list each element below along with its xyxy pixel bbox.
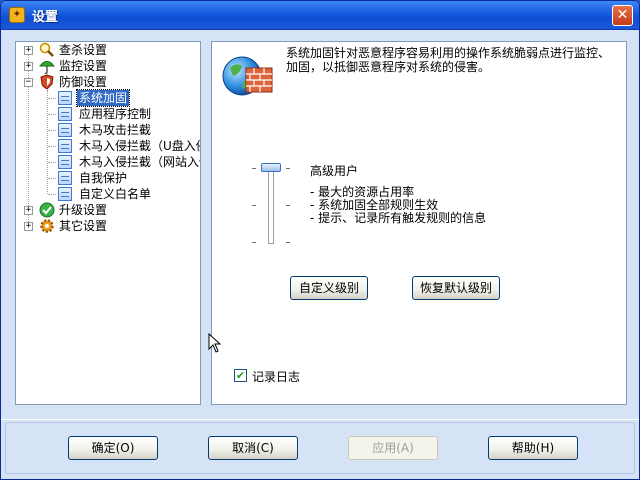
tree-item-trojan-usb-block[interactable]: 木马入侵拦截（U盘入侵 [16, 138, 200, 154]
document-icon [58, 187, 72, 201]
level-detail: - 系统加固全部规则生效 [310, 198, 439, 212]
tree-item-label: 木马入侵拦截（U盘入侵 [79, 139, 201, 153]
detail-panel: 系统加固针对恶意程序容易利用的操作系统脆弱点进行监控、加固，以抵御恶意程序对系统… [211, 41, 627, 405]
tree-item-label: 木马入侵拦截（网站入侵 [79, 155, 201, 169]
document-icon [58, 107, 72, 121]
expand-icon[interactable]: + [24, 222, 33, 231]
tree-item-custom-whitelist[interactable]: 自定义白名单 [16, 186, 200, 202]
tree-item-label: 系统加固 [75, 89, 131, 107]
tree-item-label: 木马攻击拦截 [79, 123, 152, 137]
gear-icon [40, 219, 54, 233]
close-button[interactable]: ✕ [612, 5, 633, 26]
log-checkbox-label[interactable]: 记录日志 [252, 368, 300, 385]
expand-icon[interactable]: + [24, 46, 33, 55]
document-icon [58, 155, 72, 169]
slider-tick [252, 168, 256, 169]
security-level-slider[interactable] [268, 168, 274, 244]
upgrade-icon [39, 202, 55, 218]
umbrella-icon [39, 61, 55, 74]
document-icon [58, 123, 72, 137]
ok-button[interactable]: 确定(O) [68, 436, 158, 460]
tree-connector [48, 114, 56, 115]
tree-item-upgrade-settings[interactable]: + 升级设置 [16, 202, 200, 218]
slider-tick [286, 168, 290, 169]
cancel-button[interactable]: 取消(C) [208, 436, 298, 460]
slider-tick [252, 242, 256, 243]
settings-window: ✦ 设置 ✕ + 查杀设置 + 监控设置 − 防御设置 系统加固 应用程序控制 … [0, 0, 640, 480]
title-bar[interactable]: ✦ 设置 ✕ [1, 1, 639, 30]
tree-item-label: 查杀设置 [59, 43, 108, 57]
tree-connector [48, 130, 56, 131]
level-detail: - 提示、记录所有触发规则的信息 [310, 211, 487, 225]
settings-content: + 查杀设置 + 监控设置 − 防御设置 系统加固 应用程序控制 木马攻击拦截 … [5, 31, 635, 411]
tree-item-scan-settings[interactable]: + 查杀设置 [16, 42, 200, 58]
tree-item-label: 防御设置 [59, 75, 108, 89]
collapse-icon[interactable]: − [24, 78, 33, 87]
tree-item-label: 升级设置 [59, 203, 108, 217]
slider-tick [252, 205, 256, 206]
restore-default-level-button[interactable]: 恢复默认级别 [412, 276, 500, 300]
slider-tick [286, 242, 290, 243]
dialog-footer: 确定(O) 取消(C) 应用(A) 帮助(H) [1, 419, 639, 479]
document-icon [58, 91, 72, 105]
firewall-globe-icon [222, 56, 273, 96]
document-icon [58, 171, 72, 185]
tree-item-label: 自我保护 [79, 171, 128, 185]
level-name: 高级用户 [310, 164, 359, 178]
tree-item-app-control[interactable]: 应用程序控制 [16, 106, 200, 122]
settings-tree: + 查杀设置 + 监控设置 − 防御设置 系统加固 应用程序控制 木马攻击拦截 … [15, 41, 201, 405]
document-icon [58, 139, 72, 153]
custom-level-button[interactable]: 自定义级别 [290, 276, 368, 300]
slider-thumb[interactable] [261, 163, 281, 172]
tree-connector [48, 194, 56, 195]
tree-item-label: 应用程序控制 [79, 107, 152, 121]
tree-connector [48, 146, 56, 147]
tree-item-trojan-web-block[interactable]: 木马入侵拦截（网站入侵 [16, 154, 200, 170]
tree-item-label: 监控设置 [59, 59, 108, 73]
shield-icon [40, 74, 54, 90]
tree-item-monitor-settings[interactable]: + 监控设置 [16, 58, 200, 74]
expand-icon[interactable]: + [24, 206, 33, 215]
tree-connector [48, 162, 56, 163]
tree-item-self-protection[interactable]: 自我保护 [16, 170, 200, 186]
apply-button[interactable]: 应用(A) [348, 436, 438, 460]
mouse-cursor-icon [208, 333, 222, 353]
level-detail: - 最大的资源占用率 [310, 185, 415, 199]
help-button[interactable]: 帮助(H) [488, 436, 578, 460]
feature-description: 系统加固针对恶意程序容易利用的操作系统脆弱点进行监控、加固，以抵御恶意程序对系统… [286, 46, 611, 74]
app-shield-icon: ✦ [9, 7, 25, 23]
tree-item-trojan-attack-block[interactable]: 木马攻击拦截 [16, 122, 200, 138]
magnifier-icon [39, 42, 54, 57]
tree-connector [48, 178, 56, 179]
window-title: 设置 [32, 10, 59, 25]
tree-item-other-settings[interactable]: + 其它设置 [16, 218, 200, 234]
expand-icon[interactable]: + [24, 62, 33, 71]
tree-item-defense-settings[interactable]: − 防御设置 [16, 74, 200, 90]
tree-item-label: 自定义白名单 [79, 187, 152, 201]
tree-item-system-hardening[interactable]: 系统加固 [16, 89, 200, 107]
tree-item-label: 其它设置 [59, 219, 108, 233]
tree-connector [48, 98, 56, 99]
slider-tick [286, 205, 290, 206]
log-checkbox[interactable]: ✔ [234, 369, 247, 382]
